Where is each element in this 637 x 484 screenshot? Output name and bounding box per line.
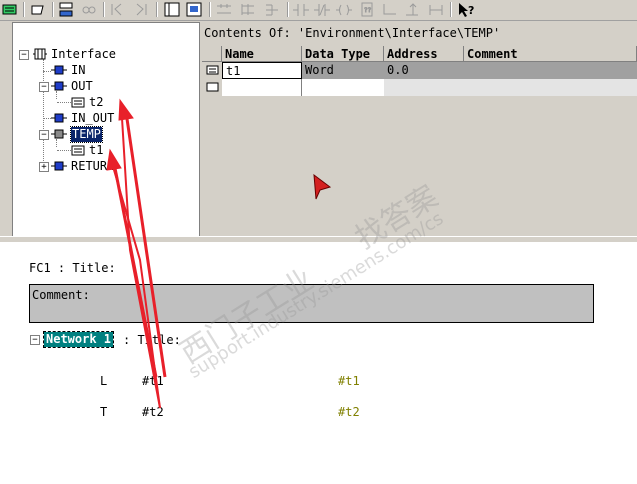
- mouse-cursor-icon: [313, 173, 332, 200]
- annotation-overlay: [106, 98, 332, 409]
- annotation-arrows: [106, 98, 167, 409]
